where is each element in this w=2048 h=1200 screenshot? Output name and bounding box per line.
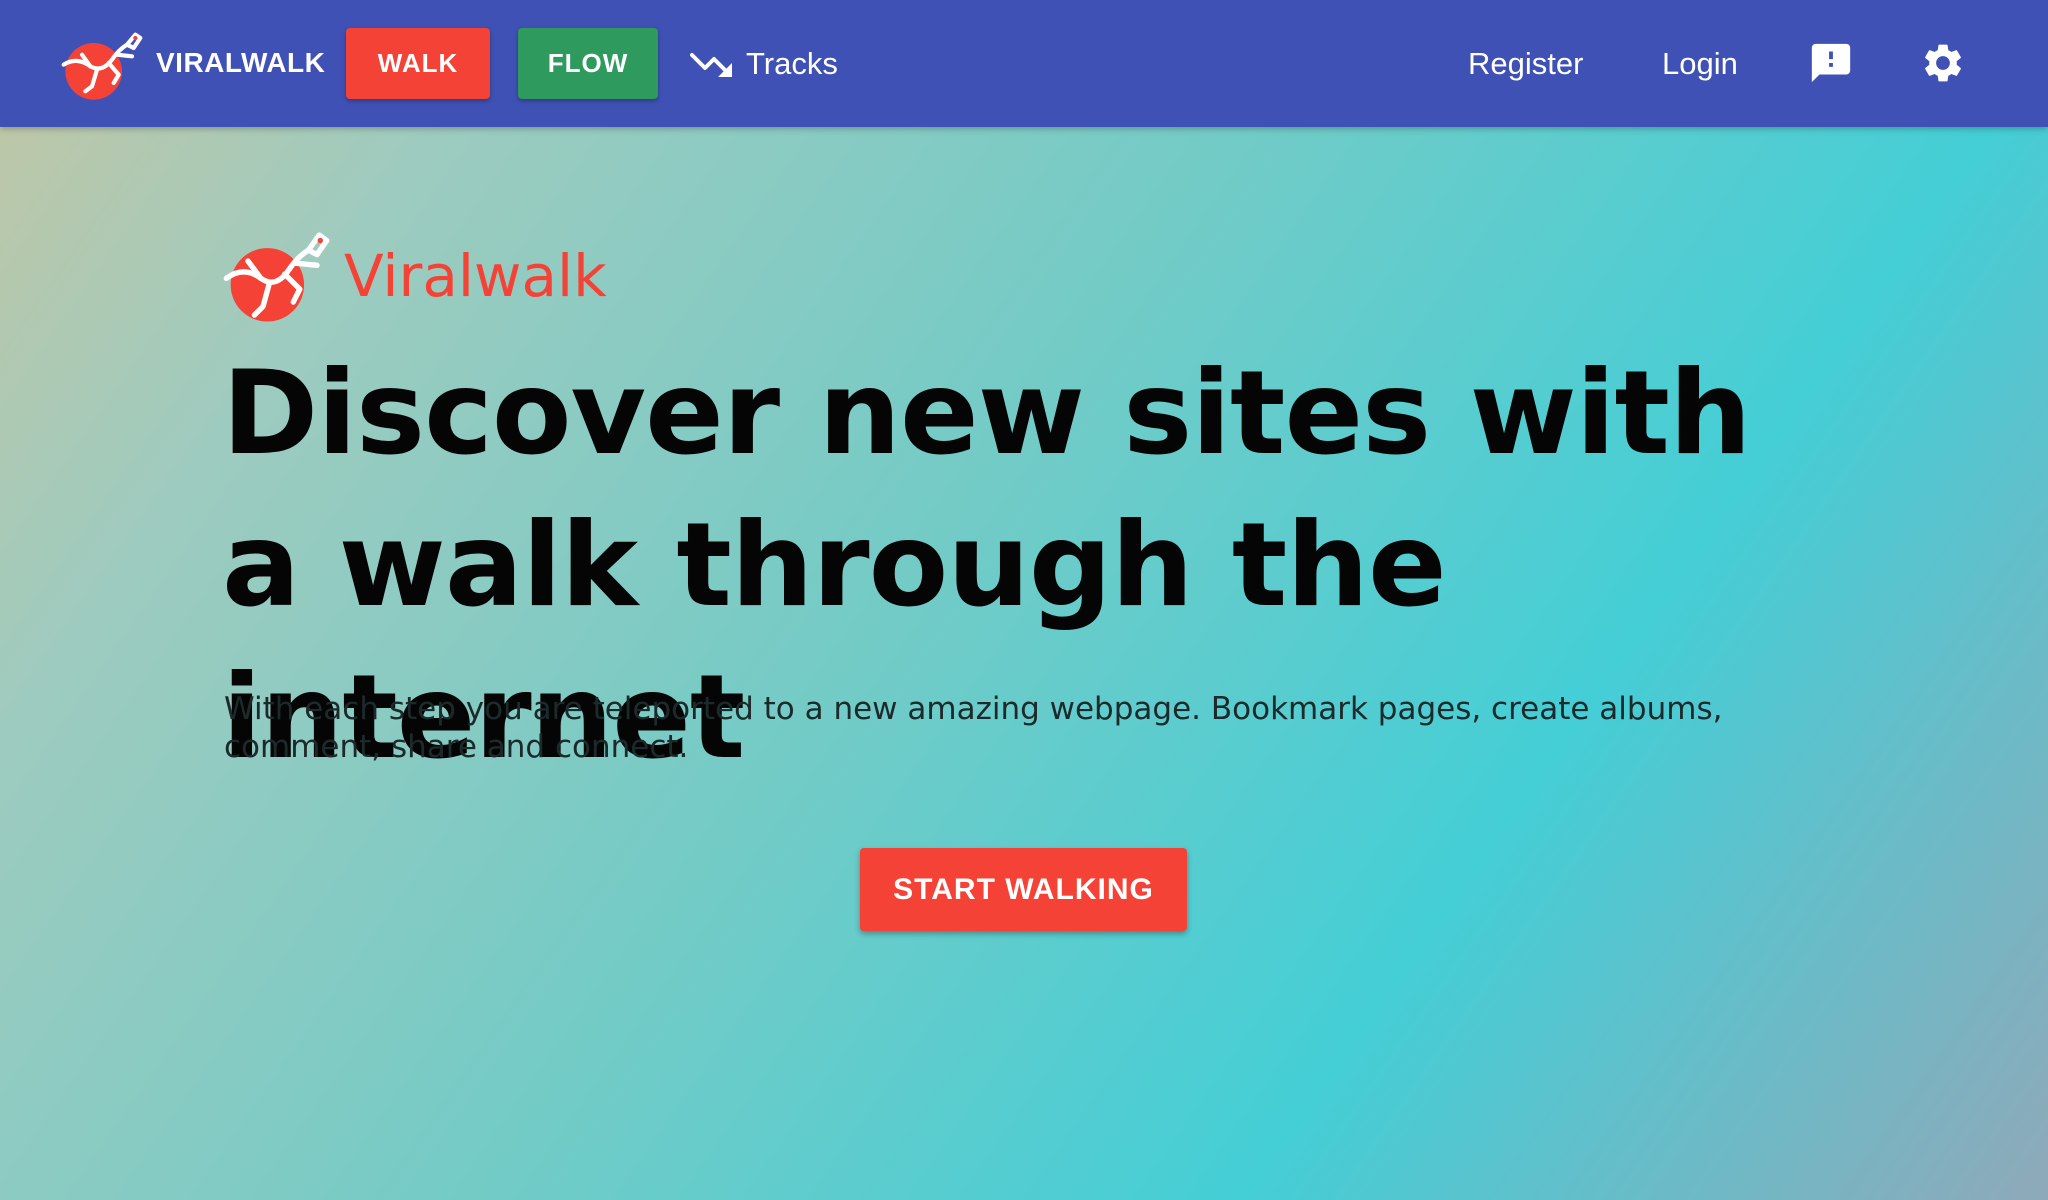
trending-down-icon [690,53,732,77]
hero-subtitle: With each step you are teleported to a n… [224,691,1723,765]
walk-button[interactable]: WALK [346,28,490,99]
gear-icon[interactable] [1920,40,1966,86]
feedback-icon[interactable] [1808,40,1854,86]
brand-home-link[interactable]: VIRALWALK [60,22,325,104]
gecko-logo-icon [223,232,330,322]
start-walking-button[interactable]: START WALKING [860,848,1187,931]
register-link[interactable]: Register [1468,36,1583,92]
gecko-logo-icon [61,32,143,100]
hero-logo: Viralwalk [222,222,607,326]
tracks-link[interactable]: Tracks [690,36,838,92]
login-link[interactable]: Login [1662,36,1738,92]
tracks-label: Tracks [746,46,838,81]
flow-button[interactable]: FLOW [518,28,658,99]
top-navbar: VIRALWALK WALK FLOW Tracks Register Logi… [0,0,2048,127]
brand-name: VIRALWALK [156,47,326,78]
hero-logo-text: Viralwalk [344,242,607,310]
